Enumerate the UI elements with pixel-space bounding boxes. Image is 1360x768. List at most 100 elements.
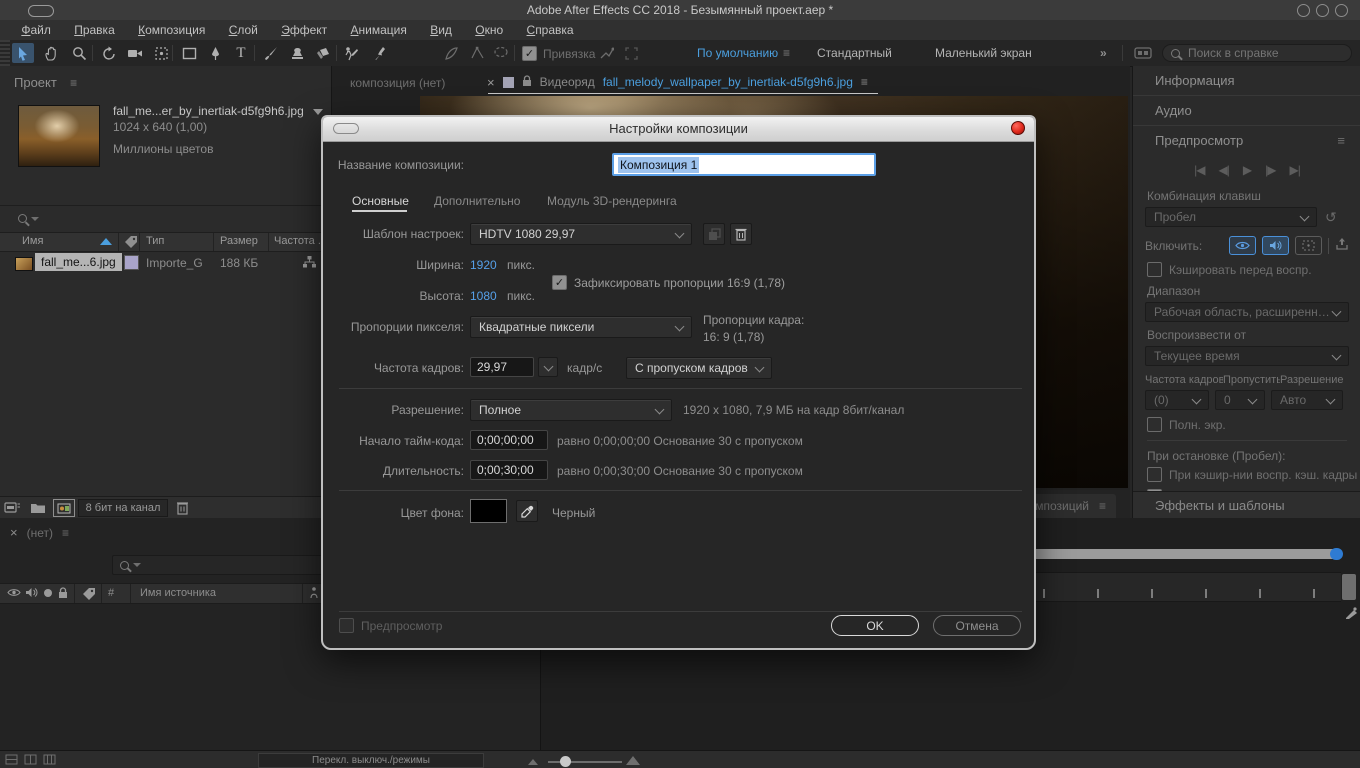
- snap-options-icon[interactable]: [596, 43, 618, 63]
- footage-row-name[interactable]: fall_me...6.jpg: [35, 253, 122, 271]
- width-value[interactable]: 1920: [470, 258, 497, 272]
- new-folder-icon[interactable]: [30, 501, 46, 517]
- shortcut-dropdown[interactable]: Пробел: [1145, 207, 1317, 227]
- hand-tool-icon[interactable]: [40, 43, 62, 63]
- toggle-switches-modes-button[interactable]: Перекл. выключ./режимы: [258, 753, 484, 768]
- timeline-tab-close-icon[interactable]: ×: [10, 525, 18, 540]
- column-header-name[interactable]: Имя: [22, 235, 43, 247]
- resolution-dropdown[interactable]: Полное: [470, 399, 672, 421]
- save-preset-icon[interactable]: [703, 223, 725, 245]
- workspace-overflow-chevrons[interactable]: »: [1100, 46, 1107, 60]
- last-frame-icon[interactable]: ▶|: [1289, 163, 1299, 177]
- camera-tool-icon[interactable]: [124, 43, 146, 63]
- include-audio-speaker-icon[interactable]: [1262, 236, 1289, 255]
- column-header-rate[interactable]: Частота ...: [274, 235, 327, 247]
- play-icon[interactable]: ▶: [1243, 163, 1251, 177]
- effects-presets-panel-tab[interactable]: Эффекты и шаблоны: [1133, 491, 1360, 518]
- menu-effect[interactable]: Эффект: [271, 20, 337, 37]
- footage-label-swatch[interactable]: [124, 255, 139, 270]
- rectangle-tool-icon[interactable]: [178, 43, 200, 63]
- column-header-type[interactable]: Тип: [146, 235, 164, 247]
- shy-icon[interactable]: [308, 586, 320, 602]
- pen-tool-icon[interactable]: [204, 43, 226, 63]
- pixel-aspect-dropdown[interactable]: Квадратные пиксели: [470, 316, 692, 338]
- bit-depth-button[interactable]: 8 бит на канал: [78, 499, 168, 517]
- dialog-close-icon[interactable]: [1011, 121, 1025, 135]
- clone-stamp-tool-icon[interactable]: [286, 43, 308, 63]
- preset-dropdown[interactable]: HDTV 1080 29,97: [470, 223, 692, 245]
- trash-icon[interactable]: [176, 500, 189, 518]
- menu-animation[interactable]: Анимация: [341, 20, 417, 37]
- preview-resolution-dropdown[interactable]: Авто: [1271, 390, 1343, 410]
- next-frame-icon[interactable]: |▶: [1265, 163, 1275, 177]
- sort-ascending-icon[interactable]: [100, 238, 112, 245]
- new-composition-icon[interactable]: [53, 499, 75, 517]
- export-share-icon[interactable]: [1335, 237, 1349, 254]
- eraser-tool-icon[interactable]: [312, 43, 334, 63]
- bg-color-swatch[interactable]: [470, 499, 507, 523]
- dialog-titlebar[interactable]: Настройки композиции: [323, 117, 1034, 142]
- help-search-box[interactable]: [1162, 44, 1352, 62]
- solo-icon[interactable]: [44, 589, 52, 597]
- column-header-size[interactable]: Размер: [220, 235, 258, 247]
- cache-playback-checkbox[interactable]: [1147, 467, 1162, 482]
- menu-edit[interactable]: Правка: [64, 20, 125, 37]
- project-search-row[interactable]: [0, 205, 331, 231]
- zoom-in-mountain-icon[interactable]: [626, 756, 640, 765]
- puppet-pin-tool-icon[interactable]: [368, 43, 390, 63]
- timeline-tab[interactable]: × (нет) ≡: [10, 525, 69, 540]
- include-overlays-icon[interactable]: [1295, 236, 1322, 255]
- timeline-search-box[interactable]: [112, 555, 336, 575]
- workspace-standard[interactable]: Стандартный: [817, 46, 892, 60]
- type-tool-icon[interactable]: T: [230, 43, 252, 63]
- height-value[interactable]: 1080: [470, 289, 497, 303]
- range-dropdown[interactable]: Рабочая область, расширенная...: [1145, 302, 1349, 322]
- delete-preset-trash-icon[interactable]: [730, 223, 752, 245]
- lock-aspect-checkbox[interactable]: ✓: [552, 275, 567, 290]
- menu-composition[interactable]: Композиция: [128, 20, 215, 37]
- snap-region-icon[interactable]: [620, 43, 642, 63]
- footage-thumbnail[interactable]: [18, 105, 100, 167]
- menu-view[interactable]: Вид: [420, 20, 462, 37]
- footage-title-dropdown-icon[interactable]: [313, 109, 323, 115]
- project-tab[interactable]: Проект ≡: [14, 75, 77, 90]
- cache-before-checkbox[interactable]: [1147, 262, 1162, 277]
- snap-checkbox[interactable]: ✓: [522, 46, 537, 61]
- footage-row[interactable]: fall_me...6.jpg Importe_G 188 КБ: [0, 251, 331, 275]
- window-close-icon[interactable]: [1335, 4, 1348, 17]
- expand-transfer-controls-icon[interactable]: [24, 754, 37, 768]
- lock-icon[interactable]: [58, 587, 68, 602]
- comp-name-input[interactable]: Композиция 1: [612, 153, 876, 176]
- play-from-dropdown[interactable]: Текущее время: [1145, 346, 1349, 366]
- tab-3d-renderer[interactable]: Модуль 3D-рендеринга: [547, 194, 677, 208]
- zoom-out-mountain-icon[interactable]: [528, 759, 538, 765]
- fullscreen-checkbox[interactable]: [1147, 417, 1162, 432]
- mask-feather-tool-icon[interactable]: [440, 43, 462, 63]
- comp-marker-icon[interactable]: [1344, 606, 1358, 623]
- preview-panel-menu-icon[interactable]: ≡: [1337, 126, 1345, 155]
- toolbar-grip[interactable]: [0, 40, 10, 66]
- workspace-menu-icon[interactable]: ≡: [783, 46, 790, 60]
- window-maximize-icon[interactable]: [1316, 4, 1329, 17]
- workspace-small-screen[interactable]: Маленький экран: [935, 46, 1032, 60]
- help-search-input[interactable]: [1186, 45, 1330, 61]
- first-frame-icon[interactable]: |◀: [1194, 163, 1204, 177]
- tab-basic[interactable]: Основные: [352, 194, 409, 208]
- preview-fps-dropdown[interactable]: (0): [1145, 390, 1209, 410]
- tab-advanced[interactable]: Дополнительно: [434, 194, 520, 208]
- media-browser-icon[interactable]: [1132, 43, 1154, 63]
- source-name-column[interactable]: Имя источника: [140, 587, 216, 599]
- label-column-tag-icon[interactable]: [82, 587, 96, 603]
- rotate-tool-icon[interactable]: [98, 43, 120, 63]
- navigator-end-handle[interactable]: [1330, 548, 1343, 560]
- dialog-preview-checkbox[interactable]: [339, 618, 354, 633]
- eyedropper-icon[interactable]: [516, 500, 538, 522]
- prev-frame-icon[interactable]: ◀|: [1219, 163, 1229, 177]
- brush-tool-icon[interactable]: [260, 43, 282, 63]
- expand-layer-switches-icon[interactable]: [5, 754, 18, 768]
- drop-frame-dropdown[interactable]: С пропуском кадров: [626, 357, 772, 379]
- viewer-tab-composition[interactable]: композиция (нет): [350, 76, 445, 90]
- timeline-zoom-slider-knob[interactable]: [560, 756, 571, 767]
- viewer-tab-menu-icon[interactable]: ≡: [861, 75, 868, 89]
- expand-inout-icon[interactable]: [43, 754, 56, 768]
